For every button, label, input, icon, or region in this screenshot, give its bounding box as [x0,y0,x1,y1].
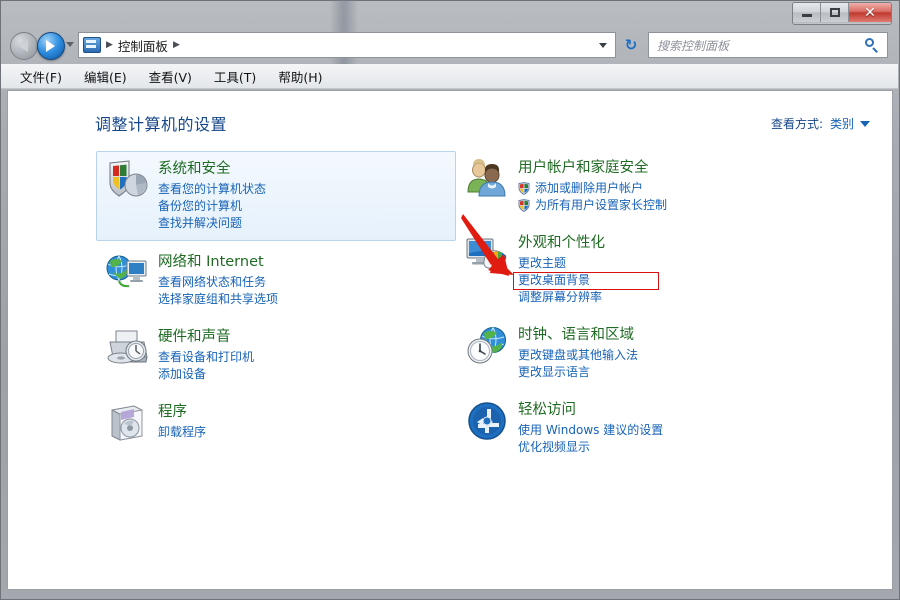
category-link[interactable]: 查看设备和打印机 [158,349,450,366]
address-bar[interactable]: ▶ 控制面板 ▶ [78,32,616,58]
category-link[interactable]: 添加或删除用户帐户 [518,180,850,197]
category-link-label: 优化视频显示 [518,440,591,454]
back-button[interactable] [10,32,38,60]
minimize-button[interactable] [793,3,821,22]
category-link-label: 备份您的计算机 [158,199,243,213]
category-link[interactable]: 查看网络状态和任务 [158,274,450,291]
view-by-value[interactable]: 类别 [830,115,854,132]
category-link[interactable]: 备份您的计算机 [158,198,449,215]
globe-network-icon [104,252,150,294]
category-right-1[interactable]: 外观和个性化更改主题更改桌面背景 调整屏幕分辨率 [456,226,856,314]
category-column-left: 系统和安全查看您的计算机状态 备份您的计算机 查找并解决问题 网络和 Interne… [96,151,456,455]
monitor-palette-icon [464,233,510,275]
category-link[interactable]: 添加设备 [158,366,450,383]
category-link-label: 查看您的计算机状态 [158,182,267,196]
category-link-label: 添加设备 [158,367,207,381]
back-arrow-icon [19,40,28,52]
category-link-label: 更改显示语言 [518,365,591,379]
category-column-right: 用户帐户和家庭安全添加或删除用户帐户为所有用户设置家长控制 外观和个性化更改主题… [456,151,856,468]
category-link-label: 更改键盘或其他输入法 [518,348,639,362]
ease-of-access-icon [464,400,510,442]
forward-button[interactable] [37,32,65,60]
category-title[interactable]: 时钟、语言和区域 [518,326,634,345]
menu-item-edit[interactable]: 编辑(E) [73,65,138,88]
uac-shield-icon [518,182,530,195]
programs-box-icon [104,402,150,444]
category-link[interactable]: 优化视频显示 [518,439,850,456]
category-title[interactable]: 用户帐户和家庭安全 [518,159,649,178]
search-box[interactable]: 搜索控制面板 [648,32,888,58]
view-by-selector[interactable]: 查看方式: 类别 [771,115,870,132]
category-link[interactable]: 为所有用户设置家长控制 [518,197,850,214]
uac-shield-icon [518,199,530,212]
title-bar: ✕ [0,0,898,26]
category-title[interactable]: 外观和个性化 [518,234,605,253]
category-link-label: 为所有用户设置家长控制 [535,198,668,212]
maximize-button[interactable] [821,3,849,22]
category-link-label: 调整屏幕分辨率 [518,290,603,304]
forward-arrow-icon [46,40,55,52]
category-link-label: 使用 Windows 建议的设置 [518,423,664,437]
users-icon [464,158,510,200]
chevron-down-icon[interactable] [860,120,870,127]
page-title: 调整计算机的设置 [95,115,228,134]
printer-devices-icon [104,327,150,369]
menu-item-help[interactable]: 帮助(H) [267,65,333,88]
category-left-1[interactable]: 网络和 Internet 查看网络状态和任务 选择家庭组和共享选项 [96,245,456,316]
category-link-label: 查找并解决问题 [158,216,243,230]
category-left-3[interactable]: 程序 卸载程序 [96,395,456,451]
category-link[interactable]: 更改键盘或其他输入法 [518,347,850,364]
menu-item-file[interactable]: 文件(F) [9,65,73,88]
clock-globe-icon [464,325,510,367]
minimize-icon [801,14,812,17]
breadcrumb-separator-icon: ▶ [106,40,113,50]
category-link[interactable]: 使用 Windows 建议的设置 [518,422,850,439]
navigation-bar: ▶ 控制面板 ▶ ↻ 搜索控制面板 [0,28,898,64]
category-title[interactable]: 系统和安全 [158,160,231,179]
category-link-label: 添加或删除用户帐户 [535,181,644,195]
category-link[interactable]: 更改主题 [518,255,850,272]
category-title[interactable]: 轻松访问 [518,401,576,420]
category-left-2[interactable]: 硬件和声音查看设备和打印机 添加设备 [96,320,456,391]
view-by-label: 查看方式: [770,117,823,131]
category-title[interactable]: 硬件和声音 [158,328,231,347]
category-left-0[interactable]: 系统和安全查看您的计算机状态 备份您的计算机 查找并解决问题 [96,151,456,241]
category-right-3[interactable]: 轻松访问使用 Windows 建议的设置 优化视频显示 [456,393,856,464]
category-link[interactable]: 更改桌面背景 [518,272,850,289]
category-title[interactable]: 网络和 Internet [158,253,264,272]
search-input[interactable]: 搜索控制面板 [657,37,729,54]
window-controls: ✕ [792,2,892,25]
control-panel-icon [83,37,101,53]
category-link[interactable]: 更改显示语言 [518,364,850,381]
category-link[interactable]: 查看您的计算机状态 [158,181,449,198]
history-dropdown-icon[interactable] [66,42,74,47]
maximize-icon [829,8,840,17]
content-pane: 调整计算机的设置 查看方式: 类别 系统和安全 查看您的计算机状态 备份您的计算机查… [7,90,893,590]
breadcrumb-separator-icon-2[interactable]: ▶ [173,40,180,50]
category-link-label: 查看设备和打印机 [158,350,255,364]
category-title[interactable]: 程序 [158,403,187,422]
category-link[interactable]: 卸载程序 [158,424,450,441]
control-panel-window: ✕ ▶ 控制面板 ▶ ↻ 搜索控制面板 文件(F) 编辑(E) 查看(V) 工具… [0,0,900,600]
category-link-label: 选择家庭组和共享选项 [158,292,279,306]
category-link[interactable]: 选择家庭组和共享选项 [158,291,450,308]
address-dropdown-icon[interactable] [599,42,607,48]
category-right-0[interactable]: 用户帐户和家庭安全添加或删除用户帐户为所有用户设置家长控制 [456,151,856,222]
category-link-label: 更改桌面背景 [518,273,591,287]
menu-item-tools[interactable]: 工具(T) [203,65,267,88]
category-link-label: 查看网络状态和任务 [158,275,267,289]
refresh-button[interactable]: ↻ [622,36,640,54]
menu-item-view[interactable]: 查看(V) [138,65,203,88]
search-icon [865,38,879,52]
category-link-label: 更改主题 [518,256,567,270]
menu-bar: 文件(F) 编辑(E) 查看(V) 工具(T) 帮助(H) [1,64,898,89]
breadcrumb-item-control-panel[interactable]: 控制面板 [118,36,168,55]
category-right-2[interactable]: 时钟、语言和区域更改键盘或其他输入法 更改显示语言 [456,318,856,389]
close-icon: ✕ [864,4,876,21]
category-link-label: 卸载程序 [158,425,207,439]
category-link[interactable]: 调整屏幕分辨率 [518,289,850,306]
shield-chart-icon [105,159,151,201]
close-button[interactable]: ✕ [849,3,891,22]
category-link[interactable]: 查找并解决问题 [158,215,449,232]
